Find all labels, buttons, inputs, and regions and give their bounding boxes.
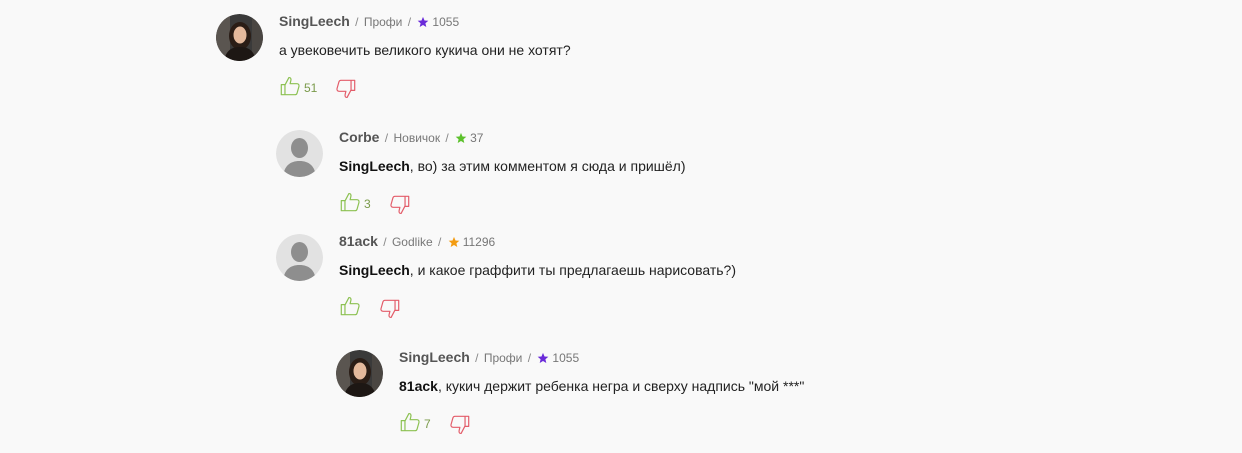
user-rating: 11296 <box>462 235 496 249</box>
thumbs-down-icon <box>449 414 471 436</box>
avatar[interactable] <box>216 14 263 61</box>
user-rating: 1055 <box>432 15 460 29</box>
thumbs-down-icon <box>389 194 411 216</box>
user-rank: Новичок <box>393 131 441 145</box>
separator: / <box>355 15 359 29</box>
star-icon <box>455 132 467 144</box>
thumbs-up-icon <box>339 191 361 213</box>
comment-text: SingLeech, и какое граффити ты предлагае… <box>339 261 736 279</box>
vote-controls: 3 <box>339 191 429 215</box>
mention-link[interactable]: 81ack <box>399 378 438 394</box>
avatar[interactable] <box>276 234 323 281</box>
comment-meta: Corbe / Новичок / 37 <box>339 129 483 146</box>
comment-body: , во) за этим комментом я сюда и пришёл) <box>409 158 686 174</box>
vote-controls <box>339 295 429 319</box>
star-icon <box>537 352 549 364</box>
dislike-button[interactable] <box>389 194 411 221</box>
thumbs-up-icon <box>339 295 361 317</box>
like-button[interactable]: 3 <box>339 191 371 213</box>
vote-controls: 7 <box>399 411 489 435</box>
comment-meta: SingLeech / Профи / 1055 <box>279 13 459 30</box>
star-icon <box>448 236 460 248</box>
comment-meta: 81ack / Godlike / 11296 <box>339 233 495 250</box>
author-name[interactable]: Corbe <box>339 129 379 145</box>
author-name[interactable]: 81ack <box>339 233 378 249</box>
separator: / <box>445 131 449 145</box>
like-count: 3 <box>364 197 371 211</box>
comment-body: , кукич держит ребенка негра и сверху на… <box>437 378 805 394</box>
separator: / <box>527 351 532 365</box>
comment-text: а увековечить великого кукича они не хот… <box>279 41 571 59</box>
avatar[interactable] <box>336 350 383 397</box>
separator: / <box>438 235 442 249</box>
dislike-button[interactable] <box>379 298 401 325</box>
author-name[interactable]: SingLeech <box>279 13 350 29</box>
comment-body: а увековечить великого кукича они не хот… <box>279 42 571 58</box>
comment-text: SingLeech, во) за этим комментом я сюда … <box>339 157 686 175</box>
star-icon <box>417 16 429 28</box>
thumbs-down-icon <box>335 78 357 100</box>
like-count: 7 <box>424 417 431 431</box>
separator: / <box>384 131 389 145</box>
like-button[interactable] <box>339 295 364 317</box>
comment-meta: SingLeech / Профи / 1055 <box>399 349 579 366</box>
like-count: 51 <box>304 81 318 95</box>
dislike-button[interactable] <box>335 78 357 105</box>
separator: / <box>383 235 387 249</box>
like-button[interactable]: 51 <box>279 75 317 97</box>
separator: / <box>407 15 412 29</box>
mention-link[interactable]: SingLeech <box>339 158 410 174</box>
user-rating: 37 <box>470 131 484 145</box>
user-rank: Godlike <box>391 235 433 249</box>
comment-body: , и какое граффити ты предлагаешь нарисо… <box>409 262 737 278</box>
thumbs-down-icon <box>379 298 401 320</box>
user-rank: Профи <box>483 351 523 365</box>
user-rating: 1055 <box>552 351 580 365</box>
user-rank: Профи <box>363 15 403 29</box>
comment-text: 81ack, кукич держит ребенка негра и свер… <box>399 377 804 395</box>
thumbs-up-icon <box>279 75 301 97</box>
avatar[interactable] <box>276 130 323 177</box>
separator: / <box>475 351 479 365</box>
dislike-button[interactable] <box>449 414 471 441</box>
like-button[interactable]: 7 <box>399 411 431 433</box>
thumbs-up-icon <box>399 411 421 433</box>
mention-link[interactable]: SingLeech <box>339 262 410 278</box>
vote-controls: 51 <box>279 75 369 99</box>
author-name[interactable]: SingLeech <box>399 349 470 365</box>
